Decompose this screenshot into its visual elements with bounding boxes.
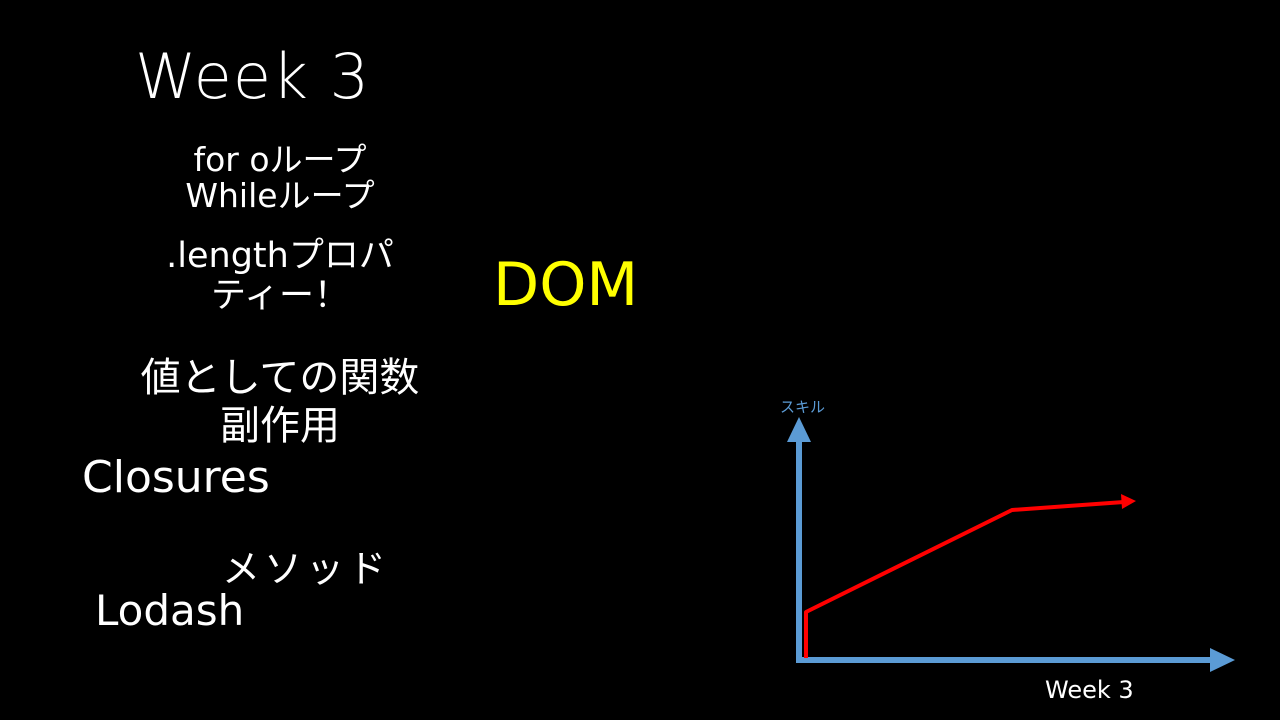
x-axis-arrowhead — [1210, 648, 1235, 672]
x-axis-label: Week 3 — [1045, 676, 1134, 704]
skill-graph — [787, 417, 1235, 672]
y-axis-arrowhead — [787, 417, 811, 442]
skill-curve — [804, 500, 1125, 658]
skill-curve-arrowhead — [1121, 494, 1136, 509]
y-axis-label: スキル — [780, 398, 826, 416]
